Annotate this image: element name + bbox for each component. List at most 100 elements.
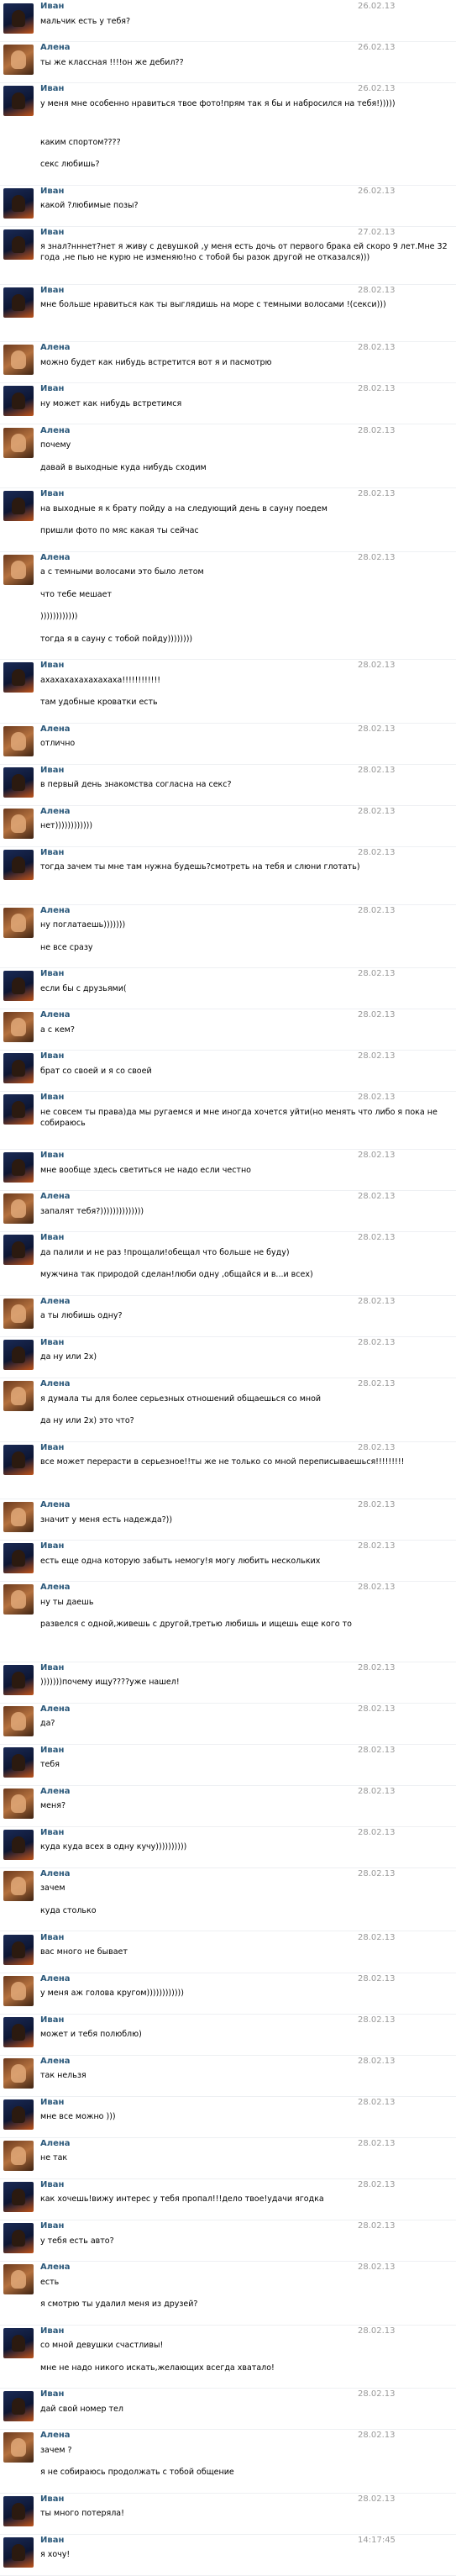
message-author-link[interactable]: Алена xyxy=(40,2139,71,2148)
avatar-ivan[interactable] xyxy=(3,229,34,260)
message-author-link[interactable]: Иван xyxy=(40,661,64,670)
avatar-ivan[interactable] xyxy=(3,1235,34,1266)
message-author-link[interactable]: Алена xyxy=(40,426,71,435)
avatar-alena[interactable] xyxy=(3,2057,34,2089)
message-author-link[interactable]: Алена xyxy=(40,1010,71,1019)
message-author-link[interactable]: Иван xyxy=(40,286,64,295)
message-author-link[interactable]: Иван xyxy=(40,1233,64,1242)
avatar-ivan[interactable] xyxy=(3,491,34,521)
avatar-alena[interactable] xyxy=(3,725,34,756)
avatar-alena[interactable] xyxy=(3,554,34,585)
avatar-ivan[interactable] xyxy=(3,1444,34,1475)
message-author-link[interactable]: Алена xyxy=(40,1974,71,1983)
message-author-link[interactable]: Иван xyxy=(40,84,64,93)
avatar-ivan[interactable] xyxy=(3,3,34,34)
message-author-link[interactable]: Алена xyxy=(40,553,71,562)
avatar-alena[interactable] xyxy=(3,1298,34,1329)
avatar-alena[interactable] xyxy=(3,1870,34,1901)
avatar-ivan[interactable] xyxy=(3,1339,34,1370)
avatar-alena[interactable] xyxy=(3,1788,34,1819)
avatar-alena[interactable] xyxy=(3,2264,34,2295)
avatar-ivan[interactable] xyxy=(3,1543,34,1574)
message-author-link[interactable]: Иван xyxy=(40,1541,64,1551)
avatar-ivan[interactable] xyxy=(3,2536,34,2568)
message-author-link[interactable]: Алена xyxy=(40,43,71,52)
message-author-link[interactable]: Алена xyxy=(40,343,71,352)
message-author-link[interactable]: Алена xyxy=(40,807,71,816)
message-author-link[interactable]: Иван xyxy=(40,969,64,978)
message-author-link[interactable]: Иван xyxy=(40,2389,64,2399)
avatar-ivan[interactable] xyxy=(3,86,34,117)
avatar-ivan[interactable] xyxy=(3,2327,34,2358)
avatar-ivan[interactable] xyxy=(3,849,34,880)
message-author-link[interactable]: Иван xyxy=(40,489,64,498)
avatar-ivan[interactable] xyxy=(3,386,34,417)
avatar-alena[interactable] xyxy=(3,2432,34,2463)
message-author-link[interactable]: Иван xyxy=(40,2221,64,2231)
avatar-alena[interactable] xyxy=(3,1193,34,1225)
avatar-ivan[interactable] xyxy=(3,2495,34,2526)
message-author-link[interactable]: Иван xyxy=(40,2098,64,2107)
message-author-link[interactable]: Алена xyxy=(40,724,71,734)
avatar-ivan[interactable] xyxy=(3,662,34,693)
message-author-link[interactable]: Алена xyxy=(40,1869,71,1878)
avatar-alena[interactable] xyxy=(3,427,34,458)
message-author-link[interactable]: Иван xyxy=(40,1933,64,1942)
avatar-ivan[interactable] xyxy=(3,2016,34,2047)
message-author-link[interactable]: Алена xyxy=(40,1583,71,1592)
message-author-link[interactable]: Алена xyxy=(40,1500,71,1509)
message-author-link[interactable]: Иван xyxy=(40,1828,64,1837)
avatar-alena[interactable] xyxy=(3,345,34,376)
avatar-ivan[interactable] xyxy=(3,2099,34,2130)
message-author-link[interactable]: Алена xyxy=(40,1704,71,1714)
avatar-alena[interactable] xyxy=(3,907,34,938)
avatar-alena[interactable] xyxy=(3,1012,34,1043)
avatar-ivan[interactable] xyxy=(3,766,34,798)
message-author-link[interactable]: Алена xyxy=(40,2263,71,2272)
avatar-alena[interactable] xyxy=(3,1584,34,1615)
avatar-alena[interactable] xyxy=(3,1502,34,1533)
avatar-ivan[interactable] xyxy=(3,1934,34,1965)
message-author-link[interactable]: Иван xyxy=(40,228,64,237)
avatar-ivan[interactable] xyxy=(3,2223,34,2253)
message-author-link[interactable]: Иван xyxy=(40,848,64,857)
avatar-ivan[interactable] xyxy=(3,1152,34,1183)
avatar-ivan[interactable] xyxy=(3,287,34,318)
message-author-link[interactable]: Иван xyxy=(40,1151,64,1160)
avatar-ivan[interactable] xyxy=(3,2181,34,2212)
avatar-alena[interactable] xyxy=(3,808,34,839)
avatar-alena[interactable] xyxy=(3,2140,34,2171)
message-author-link[interactable]: Иван xyxy=(40,1051,64,1061)
avatar-ivan[interactable] xyxy=(3,1746,34,1778)
message-author-link[interactable]: Алена xyxy=(40,2431,71,2440)
avatar-ivan[interactable] xyxy=(3,2391,34,2422)
message-author-link[interactable]: Иван xyxy=(40,384,64,393)
avatar-alena[interactable] xyxy=(3,1381,34,1411)
message-author-link[interactable]: Иван xyxy=(40,1746,64,1755)
message-author-link[interactable]: Иван xyxy=(40,1663,64,1673)
message-author-link[interactable]: Иван xyxy=(40,2536,64,2545)
message-author-link[interactable]: Алена xyxy=(40,1297,71,1306)
message-author-link[interactable]: Иван xyxy=(40,766,64,775)
avatar-alena[interactable] xyxy=(3,45,34,76)
avatar-ivan[interactable] xyxy=(3,187,34,219)
message-author-link[interactable]: Иван xyxy=(40,2494,64,2504)
avatar-ivan[interactable] xyxy=(3,1053,34,1084)
message-author-link[interactable]: Иван xyxy=(40,2,64,11)
message-author-link[interactable]: Иван xyxy=(40,2015,64,2025)
avatar-ivan[interactable] xyxy=(3,1094,34,1125)
message-author-link[interactable]: Иван xyxy=(40,2180,64,2189)
message-author-link[interactable]: Иван xyxy=(40,2326,64,2336)
message-author-link[interactable]: Алена xyxy=(40,2057,71,2066)
message-author-link[interactable]: Алена xyxy=(40,1787,71,1796)
message-author-link[interactable]: Иван xyxy=(40,1338,64,1347)
avatar-alena[interactable] xyxy=(3,1705,34,1736)
message-author-link[interactable]: Алена xyxy=(40,906,71,915)
avatar-ivan[interactable] xyxy=(3,1664,34,1695)
avatar-alena[interactable] xyxy=(3,1975,34,2006)
avatar-ivan[interactable] xyxy=(3,971,34,1002)
message-author-link[interactable]: Иван xyxy=(40,1093,64,1102)
message-author-link[interactable]: Алена xyxy=(40,1192,71,1201)
message-author-link[interactable]: Иван xyxy=(40,187,64,196)
avatar-ivan[interactable] xyxy=(3,1829,34,1860)
